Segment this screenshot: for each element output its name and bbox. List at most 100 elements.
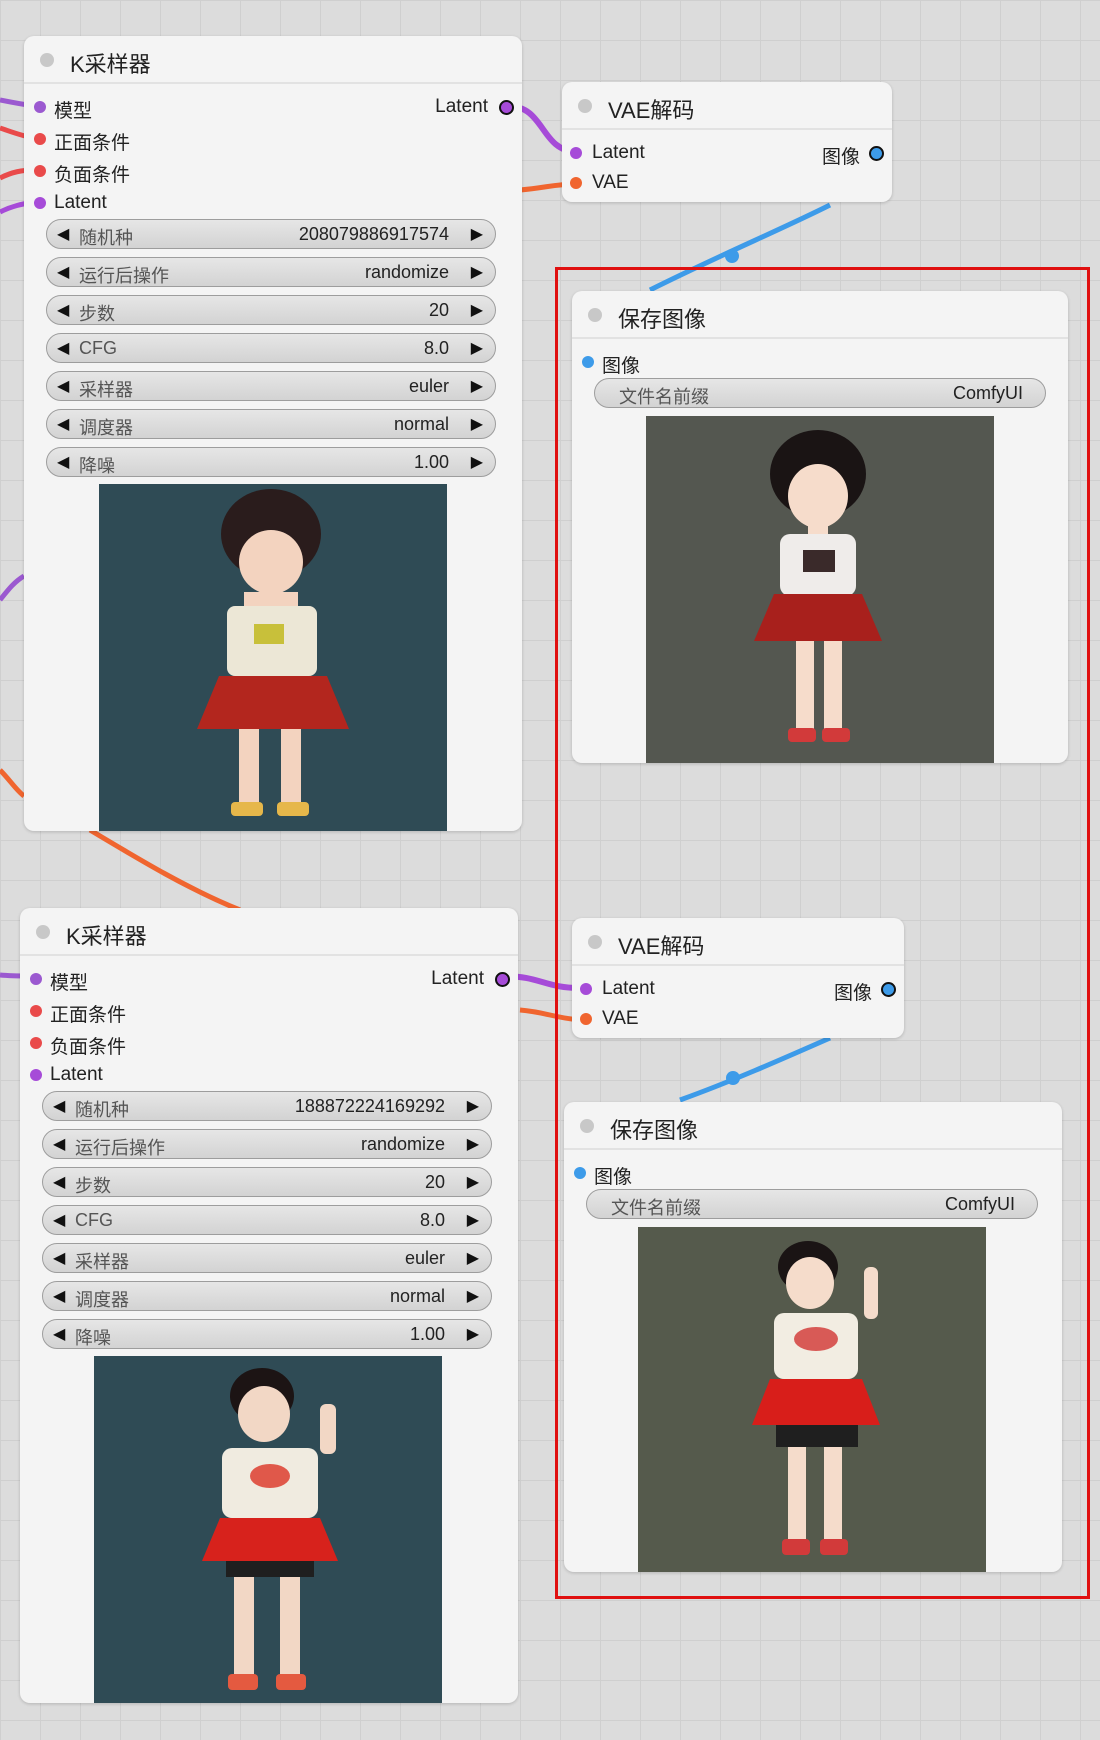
scheduler-widget[interactable]: ◀ 调度器 normal ▶ <box>46 409 496 439</box>
input-label: 正面条件 <box>54 133 131 154</box>
conditioning-port-dot[interactable] <box>34 133 46 145</box>
vae-decode-node[interactable]: VAE解码 Latent 图像 VAE <box>562 82 892 202</box>
wire-between-1 <box>88 827 241 913</box>
input-latent[interactable]: Latent <box>562 138 742 168</box>
decrement-arrow-icon[interactable]: ◀ <box>53 1248 65 1268</box>
conditioning-port-dot[interactable] <box>30 1037 42 1049</box>
input-label: VAE <box>592 172 629 193</box>
widget-label: 降噪 <box>75 1328 111 1348</box>
output-label: Latent <box>431 968 484 989</box>
widget-value: normal <box>389 1286 445 1306</box>
node-header[interactable]: VAE解码 <box>562 82 892 130</box>
latent-out-dot[interactable] <box>495 972 510 987</box>
input-label: 负面条件 <box>54 165 131 186</box>
decrement-arrow-icon[interactable]: ◀ <box>57 338 69 358</box>
control-after-generate-widget[interactable]: ◀ 运行后操作 randomize ▶ <box>46 257 496 287</box>
widget-label: 运行后操作 <box>75 1138 165 1158</box>
latent-out-dot[interactable] <box>499 100 514 115</box>
widget-label: 调度器 <box>75 1290 129 1310</box>
increment-arrow-icon[interactable]: ▶ <box>467 1248 479 1268</box>
widget-value: 1.00 <box>413 452 449 472</box>
latent-preview-image <box>99 484 447 831</box>
decrement-arrow-icon[interactable]: ◀ <box>53 1134 65 1154</box>
increment-arrow-icon[interactable]: ▶ <box>471 414 483 434</box>
wire-midpoint <box>725 249 739 263</box>
widget-label: 步数 <box>75 1176 111 1196</box>
denoise-widget[interactable]: ◀ 降噪 1.00 ▶ <box>42 1319 492 1349</box>
increment-arrow-icon[interactable]: ▶ <box>467 1096 479 1116</box>
cfg-widget[interactable]: ◀ CFG 8.0 ▶ <box>46 333 496 363</box>
widget-label: 采样器 <box>75 1252 129 1272</box>
input-label: Latent <box>50 1064 103 1085</box>
conditioning-port-dot[interactable] <box>34 165 46 177</box>
input-negative[interactable]: 负面条件 <box>20 1028 260 1058</box>
node-header[interactable]: K采样器 <box>24 36 522 84</box>
increment-arrow-icon[interactable]: ▶ <box>467 1286 479 1306</box>
decrement-arrow-icon[interactable]: ◀ <box>53 1096 65 1116</box>
conditioning-port-dot[interactable] <box>30 1005 42 1017</box>
input-latent[interactable]: Latent <box>24 188 264 218</box>
input-model[interactable]: 模型 <box>20 964 260 994</box>
increment-arrow-icon[interactable]: ▶ <box>467 1134 479 1154</box>
output-image[interactable]: 图像 <box>752 138 892 168</box>
decrement-arrow-icon[interactable]: ◀ <box>53 1324 65 1344</box>
decrement-arrow-icon[interactable]: ◀ <box>57 300 69 320</box>
decrement-arrow-icon[interactable]: ◀ <box>53 1210 65 1230</box>
ksampler-node[interactable]: K采样器 模型 Latent 正面条件 负面条件 Latent ◀ 随机种 20… <box>24 36 522 831</box>
seed-widget[interactable]: ◀ 随机种 188872224169292 ▶ <box>42 1091 492 1121</box>
increment-arrow-icon[interactable]: ▶ <box>467 1324 479 1344</box>
steps-widget[interactable]: ◀ 步数 20 ▶ <box>46 295 496 325</box>
collapse-dot[interactable] <box>578 99 592 113</box>
latent-port-dot[interactable] <box>570 147 582 159</box>
node-title: VAE解码 <box>608 98 695 123</box>
decrement-arrow-icon[interactable]: ◀ <box>57 376 69 396</box>
decrement-arrow-icon[interactable]: ◀ <box>57 414 69 434</box>
increment-arrow-icon[interactable]: ▶ <box>471 452 483 472</box>
input-latent[interactable]: Latent <box>20 1060 260 1090</box>
latent-port-dot[interactable] <box>30 1069 42 1081</box>
widget-value: 208079886917574 <box>298 224 449 244</box>
input-positive[interactable]: 正面条件 <box>20 996 260 1026</box>
node-header[interactable]: K采样器 <box>20 908 518 956</box>
input-positive[interactable]: 正面条件 <box>24 124 264 154</box>
girl-preview-pixelated <box>197 489 349 816</box>
control-after-generate-widget[interactable]: ◀ 运行后操作 randomize ▶ <box>42 1129 492 1159</box>
steps-widget[interactable]: ◀ 步数 20 ▶ <box>42 1167 492 1197</box>
collapse-dot[interactable] <box>36 925 50 939</box>
denoise-widget[interactable]: ◀ 降噪 1.00 ▶ <box>46 447 496 477</box>
seed-widget[interactable]: ◀ 随机种 208079886917574 ▶ <box>46 219 496 249</box>
ksampler-node[interactable]: K采样器 模型 Latent 正面条件 负面条件 Latent ◀ 随机种 18… <box>20 908 518 1703</box>
input-model[interactable]: 模型 <box>24 92 264 122</box>
scheduler-widget[interactable]: ◀ 调度器 normal ▶ <box>42 1281 492 1311</box>
increment-arrow-icon[interactable]: ▶ <box>471 300 483 320</box>
decrement-arrow-icon[interactable]: ◀ <box>53 1286 65 1306</box>
decrement-arrow-icon[interactable]: ◀ <box>57 452 69 472</box>
increment-arrow-icon[interactable]: ▶ <box>471 224 483 244</box>
increment-arrow-icon[interactable]: ▶ <box>467 1210 479 1230</box>
image-out-dot[interactable] <box>869 146 884 161</box>
input-vae[interactable]: VAE <box>562 168 742 198</box>
sampler-widget[interactable]: ◀ 采样器 euler ▶ <box>42 1243 492 1273</box>
widget-label: 采样器 <box>79 380 133 400</box>
latent-port-dot[interactable] <box>34 197 46 209</box>
collapse-dot[interactable] <box>40 53 54 67</box>
output-latent[interactable]: Latent <box>324 92 522 122</box>
output-latent[interactable]: Latent <box>320 964 518 994</box>
increment-arrow-icon[interactable]: ▶ <box>471 376 483 396</box>
input-label: 正面条件 <box>50 1005 127 1026</box>
widget-value: euler <box>404 1248 445 1268</box>
cfg-widget[interactable]: ◀ CFG 8.0 ▶ <box>42 1205 492 1235</box>
output-label: Latent <box>435 96 488 117</box>
vae-port-dot[interactable] <box>570 177 582 189</box>
model-port-dot[interactable] <box>34 101 46 113</box>
sampler-widget[interactable]: ◀ 采样器 euler ▶ <box>46 371 496 401</box>
decrement-arrow-icon[interactable]: ◀ <box>53 1172 65 1192</box>
input-negative[interactable]: 负面条件 <box>24 156 264 186</box>
widget-value: 188872224169292 <box>294 1096 445 1116</box>
decrement-arrow-icon[interactable]: ◀ <box>57 262 69 282</box>
increment-arrow-icon[interactable]: ▶ <box>471 338 483 358</box>
decrement-arrow-icon[interactable]: ◀ <box>57 224 69 244</box>
increment-arrow-icon[interactable]: ▶ <box>471 262 483 282</box>
increment-arrow-icon[interactable]: ▶ <box>467 1172 479 1192</box>
model-port-dot[interactable] <box>30 973 42 985</box>
